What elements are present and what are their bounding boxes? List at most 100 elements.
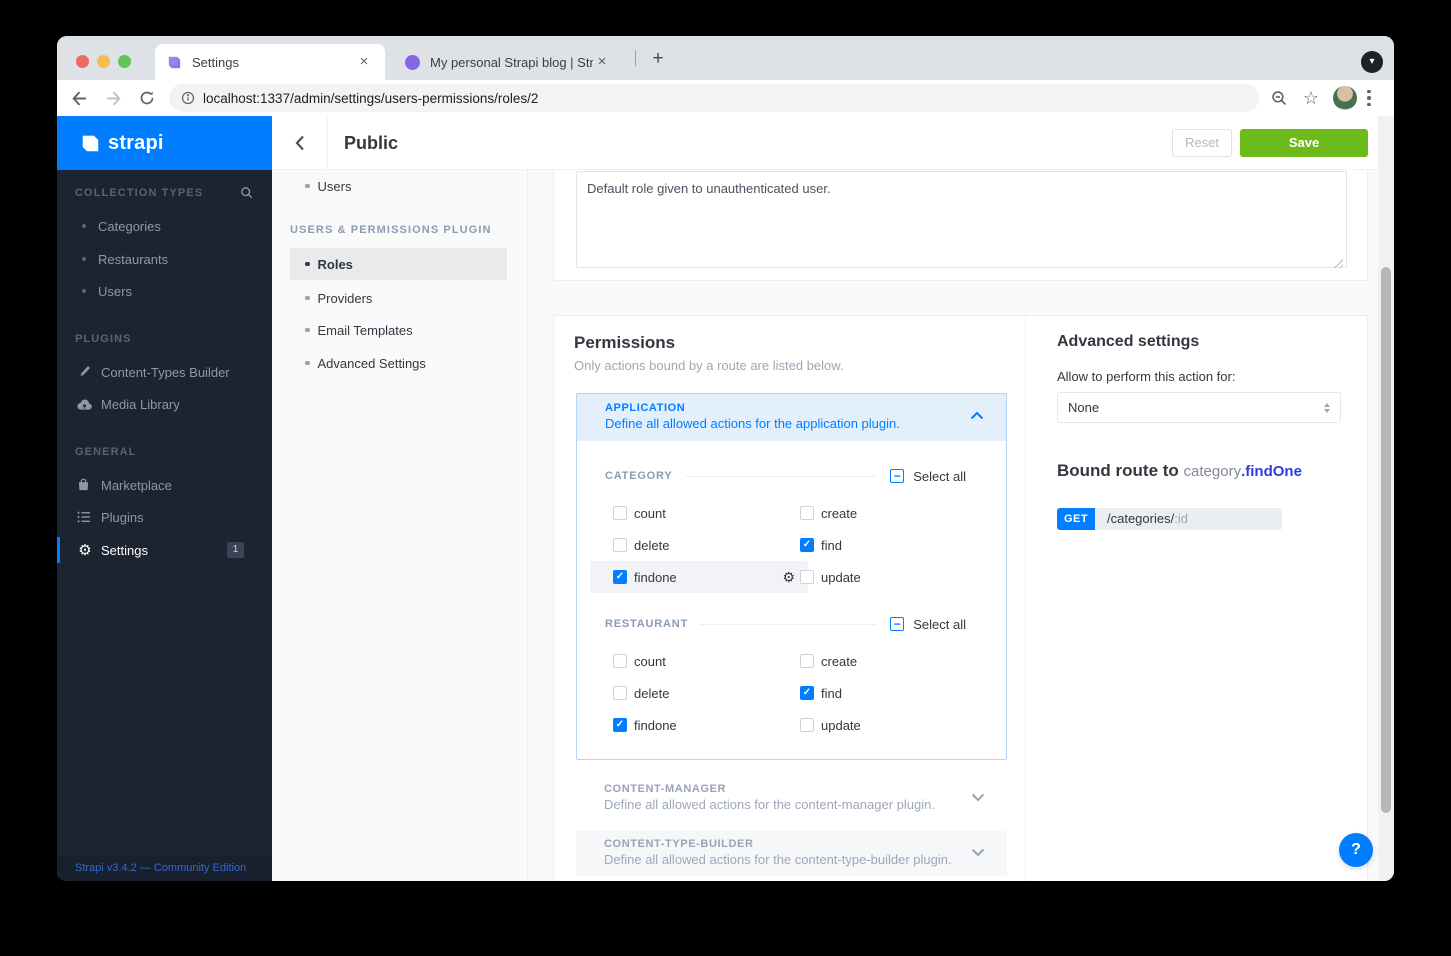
permission-action[interactable]: find [777, 677, 995, 709]
profile-avatar[interactable] [1333, 86, 1357, 110]
permission-action[interactable]: update [777, 709, 995, 741]
sidebar-item-categories[interactable]: Categories [57, 213, 272, 239]
new-tab-button[interactable]: + [645, 46, 671, 72]
checkbox[interactable] [800, 718, 814, 732]
tab-blog[interactable]: My personal Strapi blog | Strap × [393, 44, 623, 80]
checkbox[interactable] [800, 570, 814, 584]
page-header: Public Reset Save [272, 116, 1394, 170]
sidebar-item-settings[interactable]: ⚙ Settings 1 [57, 537, 272, 563]
checkbox[interactable] [613, 506, 627, 520]
main-sidebar: strapi COLLECTION TYPES Categories Resta… [57, 116, 272, 881]
subnav-section-title: USERS & PERMISSIONS PLUGIN [290, 224, 492, 236]
scrollbar-track[interactable] [1378, 116, 1394, 881]
accordion-content-type-builder[interactable]: CONTENT-TYPE-BUILDER Define all allowed … [576, 831, 1007, 876]
permissions-subtitle: Only actions bound by a route are listed… [574, 358, 844, 373]
checkbox[interactable] [800, 686, 814, 700]
checkbox[interactable] [613, 654, 627, 668]
browser-tab-bar: Settings × My personal Strapi blog | Str… [57, 36, 1394, 80]
chevron-down-icon [971, 848, 985, 857]
reload-icon[interactable] [135, 86, 159, 110]
help-button[interactable]: ? [1339, 833, 1373, 867]
select-arrows-icon [1324, 402, 1330, 413]
scrollbar-thumb[interactable] [1381, 267, 1391, 813]
select-all-label[interactable]: Select all [913, 617, 966, 632]
back-icon[interactable] [67, 86, 91, 110]
sidebar-item-users[interactable]: Users [57, 278, 272, 304]
url-text: localhost:1337/admin/settings/users-perm… [203, 90, 539, 106]
close-tab-icon[interactable]: × [593, 53, 611, 71]
close-window-button[interactable] [76, 55, 89, 68]
site-info-icon[interactable] [181, 91, 195, 105]
select-all-checkbox[interactable] [890, 617, 905, 631]
subnav-item-users[interactable]: Users [272, 174, 527, 198]
subnav-item-email-templates[interactable]: Email Templates [272, 318, 527, 342]
sidebar-item-content-types-builder[interactable]: Content-Types Builder [57, 359, 272, 385]
permission-action[interactable]: delete [590, 529, 808, 561]
back-button[interactable] [272, 116, 328, 169]
accordion-application-header[interactable]: APPLICATION Define all allowed actions f… [577, 394, 1006, 441]
permission-action[interactable]: findone [590, 709, 808, 741]
settings-badge: 1 [227, 542, 244, 558]
strapi-logo[interactable]: strapi [57, 116, 272, 170]
maximize-window-button[interactable] [118, 55, 131, 68]
reset-button[interactable]: Reset [1172, 129, 1232, 157]
accordion-content-manager[interactable]: CONTENT-MANAGER Define all allowed actio… [576, 776, 1007, 821]
checkbox[interactable] [613, 538, 627, 552]
checkbox[interactable] [800, 538, 814, 552]
forward-icon[interactable] [101, 86, 125, 110]
column-divider [1025, 316, 1026, 881]
sidebar-item-marketplace[interactable]: Marketplace [57, 472, 272, 498]
sidebar-item-restaurants[interactable]: Restaurants [57, 246, 272, 272]
checkbox[interactable] [800, 506, 814, 520]
zoom-icon[interactable] [1267, 86, 1291, 110]
bound-route-heading: Bound route to category.findOne [1057, 461, 1302, 480]
permissions-title: Permissions [574, 333, 676, 352]
search-icon[interactable] [240, 186, 254, 200]
section-collection-types: COLLECTION TYPES [75, 184, 254, 202]
permission-action[interactable]: count [590, 645, 808, 677]
section-plugins: PLUGINS [75, 333, 132, 345]
permission-action[interactable]: create [777, 497, 995, 529]
allow-action-select[interactable]: None [1057, 392, 1341, 423]
checkbox[interactable] [613, 686, 627, 700]
bound-route: GET /categories/:id [1057, 508, 1282, 530]
settings-subnav: Users USERS & PERMISSIONS PLUGIN Roles P… [272, 170, 528, 881]
checkbox[interactable] [613, 570, 627, 584]
subnav-item-roles[interactable]: Roles [290, 248, 507, 280]
subnav-item-providers[interactable]: Providers [272, 286, 527, 310]
page-title: Public [344, 133, 399, 153]
textarea-resize-handle[interactable] [1334, 259, 1343, 268]
permission-grid-category: count create delete find [590, 497, 966, 593]
tab-divider [635, 50, 636, 66]
permission-action-selected[interactable]: findone ⚙ [590, 561, 808, 593]
tab-search-button[interactable]: ▾ [1361, 51, 1383, 73]
subnav-item-advanced-settings[interactable]: Advanced Settings [272, 351, 527, 375]
strapi-admin-app: strapi COLLECTION TYPES Categories Resta… [57, 116, 1394, 881]
strapi-version-link[interactable]: Strapi v3.4.2 — Community Edition [57, 855, 272, 881]
bookmark-star-icon[interactable]: ☆ [1299, 86, 1323, 110]
minimize-window-button[interactable] [97, 55, 110, 68]
route-path: /categories/:id [1095, 508, 1282, 530]
checkbox[interactable] [613, 718, 627, 732]
permission-group-header-category: CATEGORY Select all [605, 461, 966, 491]
permission-action[interactable]: find [777, 529, 995, 561]
tab-settings[interactable]: Settings × [155, 44, 385, 80]
close-tab-icon[interactable]: × [355, 53, 373, 71]
save-button[interactable]: Save [1240, 129, 1368, 157]
select-all-checkbox[interactable] [890, 469, 905, 483]
permission-action[interactable]: create [777, 645, 995, 677]
cloud-upload-icon [77, 398, 93, 411]
permission-action[interactable]: update [777, 561, 995, 593]
browser-menu-icon[interactable] [1367, 89, 1371, 107]
checkbox[interactable] [800, 654, 814, 668]
tab-title: My personal Strapi blog | Strap [430, 54, 593, 70]
advanced-settings-title: Advanced settings [1057, 333, 1200, 350]
window-controls [76, 55, 131, 68]
role-description-textarea[interactable]: Default role given to unauthenticated us… [576, 171, 1347, 268]
url-bar[interactable]: localhost:1337/admin/settings/users-perm… [169, 84, 1259, 112]
permission-action[interactable]: delete [590, 677, 808, 709]
select-all-label[interactable]: Select all [913, 469, 966, 484]
sidebar-item-media-library[interactable]: Media Library [57, 391, 272, 417]
permission-action[interactable]: count [590, 497, 808, 529]
sidebar-item-plugins[interactable]: Plugins [57, 504, 272, 530]
